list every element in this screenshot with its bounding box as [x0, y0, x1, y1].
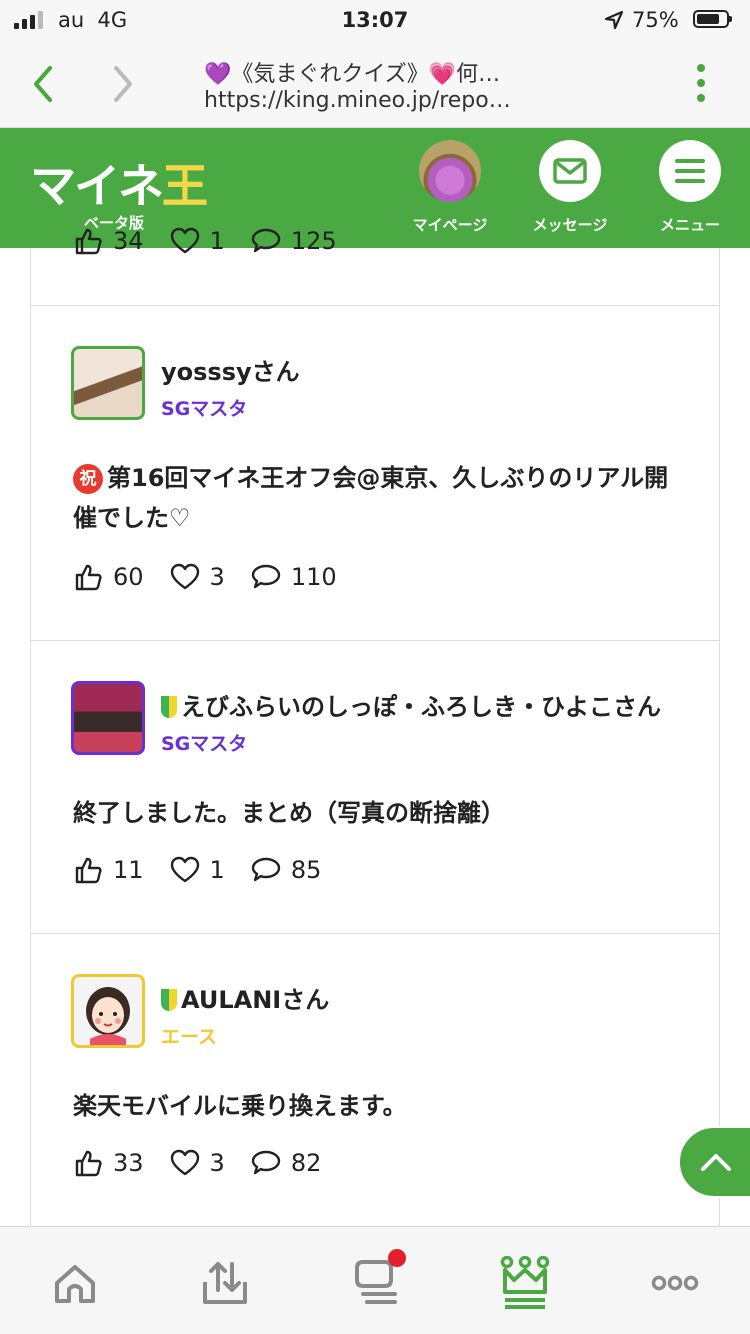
- mypage-label: マイページ: [412, 216, 488, 234]
- page-title[interactable]: 💜《気まぐれクイズ》💗何…: [204, 56, 564, 88]
- notification-dot: [388, 1249, 406, 1267]
- thumbs-up-icon: [75, 564, 102, 591]
- scroll-top-button[interactable]: [678, 1126, 750, 1198]
- post-feed: 34 1 125 yosssyさん SGマスタ 祝第16回マイネ王オフ会@東京、…: [30, 227, 720, 1226]
- home-icon: [55, 1265, 95, 1303]
- comment-icon: [251, 228, 281, 253]
- author-name[interactable]: えびふらいのしっぽ・ふろしき・ひよこさん: [161, 687, 661, 722]
- heart-count[interactable]: 1: [170, 856, 225, 884]
- hamburger-icon: [675, 159, 705, 183]
- post-stats: 34 1 125: [73, 226, 363, 256]
- thumbs-up-icon: [75, 1150, 102, 1177]
- battery-percent: 75%: [632, 8, 679, 32]
- beginner-badge-icon: [161, 989, 177, 1011]
- message-label: メッセージ: [532, 216, 608, 234]
- beginner-badge-icon: [161, 696, 177, 718]
- browser-toolbar: 💜《気まぐれクイズ》💗何… https://king.mineo.jp/repo…: [0, 40, 750, 128]
- heart-icon: [170, 227, 199, 254]
- post-card[interactable]: 34 1 125: [31, 227, 719, 306]
- avatar: [419, 140, 481, 202]
- heart-icon: [170, 1149, 199, 1176]
- like-count[interactable]: 11: [73, 855, 144, 885]
- status-bar: au 4G 13:07 75%: [0, 0, 750, 40]
- mypage-button[interactable]: マイページ: [395, 140, 505, 235]
- like-count[interactable]: 34: [73, 226, 144, 256]
- author-name[interactable]: AULANIさん: [161, 980, 329, 1015]
- rank-badge: SGマスタ: [161, 398, 248, 420]
- crown-icon: [500, 1256, 550, 1309]
- celebration-badge: 祝: [73, 464, 103, 494]
- menu-button[interactable]: メニュー: [635, 140, 745, 235]
- comment-icon: [251, 564, 281, 589]
- more-horiz-icon: [651, 1275, 699, 1291]
- address-url[interactable]: https://king.mineo.jp/repo…: [204, 88, 564, 113]
- location-arrow-icon: [604, 10, 624, 30]
- chevron-up-icon: [701, 1154, 731, 1171]
- post-stats: 60 3 110: [73, 562, 363, 592]
- more-vert-icon[interactable]: [696, 64, 706, 106]
- tab-post[interactable]: [180, 1253, 270, 1313]
- upload-icon: [203, 1262, 247, 1304]
- forward-icon[interactable]: [110, 64, 136, 104]
- heart-count[interactable]: 1: [170, 227, 225, 255]
- like-count[interactable]: 60: [73, 562, 144, 592]
- post-stats: 33 3 82: [73, 1148, 347, 1178]
- tab-king[interactable]: [480, 1253, 570, 1313]
- heart-icon: [170, 563, 199, 590]
- rank-badge: エース: [161, 1026, 218, 1048]
- tab-more[interactable]: [630, 1253, 720, 1313]
- back-icon[interactable]: [30, 64, 56, 104]
- post-card[interactable]: えびふらいのしっぽ・ふろしき・ひよこさん SGマスタ 終了しました。まとめ（写真…: [31, 641, 719, 934]
- message-button[interactable]: メッセージ: [515, 140, 625, 235]
- post-card[interactable]: AULANIさん エース 楽天モバイルに乗り換えます。 33 3 82: [31, 934, 719, 1226]
- author-name[interactable]: yosssyさん: [161, 352, 300, 387]
- tab-chat[interactable]: [330, 1249, 420, 1313]
- post-stats: 11 1 85: [73, 855, 347, 885]
- comment-count[interactable]: 85: [251, 856, 321, 884]
- heart-icon: [170, 856, 199, 883]
- post-card[interactable]: yosssyさん SGマスタ 祝第16回マイネ王オフ会@東京、久しぶりのリアル開…: [31, 306, 719, 641]
- thumbs-up-icon: [75, 228, 102, 255]
- avatar-illustration: [86, 987, 130, 1045]
- rank-badge: SGマスタ: [161, 733, 248, 755]
- avatar[interactable]: [71, 346, 145, 420]
- menu-label: メニュー: [659, 216, 720, 234]
- bottom-tab-bar: [0, 1226, 750, 1334]
- post-title[interactable]: 終了しました。まとめ（写真の断捨離）: [73, 793, 683, 833]
- avatar[interactable]: [71, 974, 145, 1048]
- like-count[interactable]: 33: [73, 1148, 144, 1178]
- avatar[interactable]: [71, 681, 145, 755]
- comment-icon: [251, 857, 281, 882]
- comment-count[interactable]: 125: [251, 227, 337, 255]
- mail-icon: [553, 158, 587, 184]
- heart-count[interactable]: 3: [170, 563, 225, 591]
- battery-icon: [693, 10, 732, 28]
- thumbs-up-icon: [75, 857, 102, 884]
- tab-home[interactable]: [30, 1253, 120, 1313]
- heart-count[interactable]: 3: [170, 1149, 225, 1177]
- post-title[interactable]: 祝第16回マイネ王オフ会@東京、久しぶりのリアル開催でした♡: [73, 458, 683, 538]
- comment-icon: [251, 1150, 281, 1175]
- site-logo[interactable]: マイネ王: [30, 150, 208, 216]
- post-title[interactable]: 楽天モバイルに乗り換えます。: [73, 1086, 683, 1126]
- comment-count[interactable]: 110: [251, 563, 337, 591]
- comment-count[interactable]: 82: [251, 1149, 321, 1177]
